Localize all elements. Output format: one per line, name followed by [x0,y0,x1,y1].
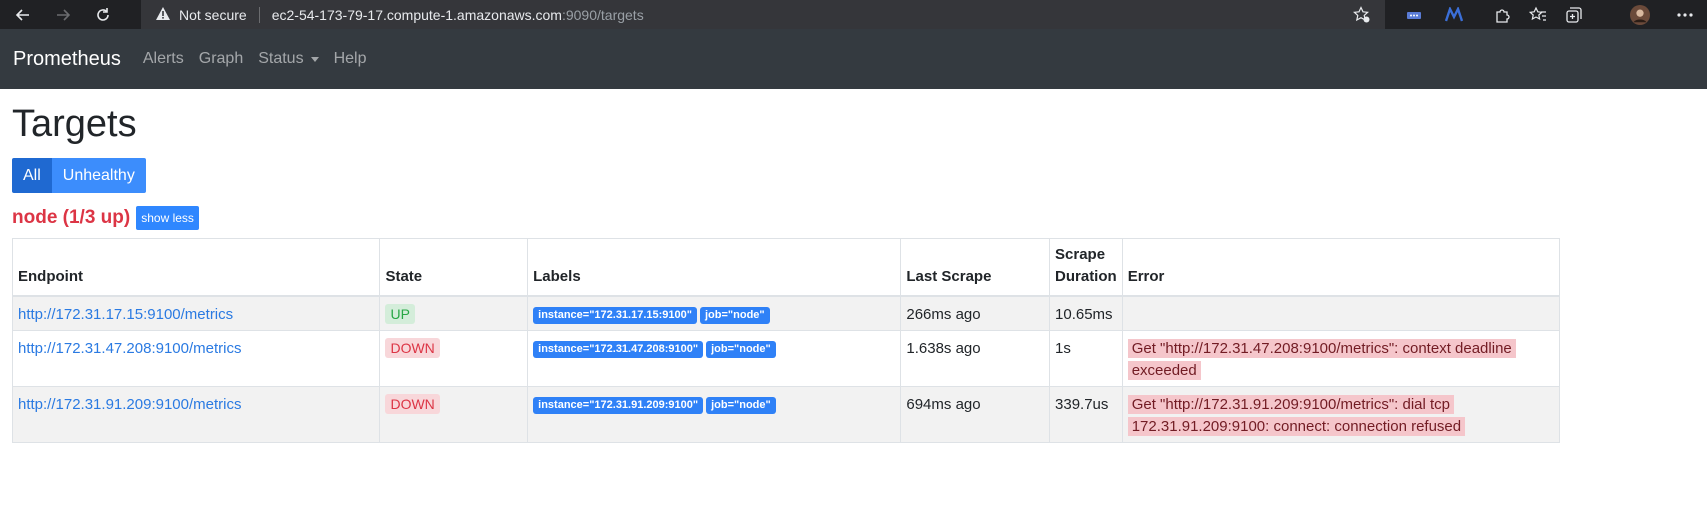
error-cell [1121,295,1561,331]
duration-cell: 339.7us [1049,386,1123,443]
endpoint-link[interactable]: http://172.31.91.209:9100/metrics [18,396,241,413]
error-cell: Get "http://172.31.91.209:9100/metrics":… [1121,386,1561,443]
more-menu-icon[interactable] [1675,5,1695,25]
state-badge: UP [385,304,415,324]
duration-cell: 1s [1049,330,1123,387]
label-badge-job: job="node" [706,340,776,358]
filter-button-group: All Unhealthy [12,158,146,193]
filter-unhealthy-button[interactable]: Unhealthy [51,158,146,193]
labels-cell: instance="172.31.47.208:9100" job="node" [527,330,902,387]
endpoint-cell: http://172.31.47.208:9100/metrics [11,330,381,387]
state-badge: DOWN [385,338,440,358]
favorite-icon[interactable] [1353,6,1371,27]
header-error: Error [1121,238,1561,297]
profile-avatar-icon[interactable] [1630,5,1650,25]
header-scrape-duration: Scrape Duration [1049,238,1123,297]
duration-cell: 10.65ms [1049,295,1123,331]
brand-logo[interactable]: Prometheus [13,48,121,71]
filter-all-button[interactable]: All [12,158,52,193]
reload-icon[interactable] [92,4,114,26]
header-endpoint: Endpoint [11,238,381,297]
table-header-row: Endpoint State Labels Last Scrape Scrape… [11,238,1561,297]
labels-cell: instance="172.31.17.15:9100" job="node" [527,295,902,331]
main-content: Targets All Unhealthy node (1/3 up) show… [0,103,1707,443]
endpoint-cell: http://172.31.17.15:9100/metrics [11,295,381,331]
warning-icon[interactable] [155,6,171,24]
targets-table: Endpoint State Labels Last Scrape Scrape… [11,238,1561,443]
table-row: http://172.31.47.208:9100/metrics DOWN i… [11,330,1561,387]
job-title[interactable]: node (1/3 up) [12,207,130,229]
browser-toolbar: Not secure ec2-54-173-79-17.compute-1.am… [0,0,1707,29]
label-badge-instance: instance="172.31.17.15:9100" [533,306,697,324]
header-labels: Labels [527,238,902,297]
state-cell: UP [379,295,529,331]
url-path: :9090/targets [561,6,644,23]
nav-status-label: Status [258,50,304,67]
last-scrape-cell: 266ms ago [900,295,1051,331]
endpoint-link[interactable]: http://172.31.47.208:9100/metrics [18,340,241,357]
extension-icon[interactable] [1404,5,1424,25]
table-row: http://172.31.91.209:9100/metrics DOWN i… [11,386,1561,443]
nav-help[interactable]: Help [334,50,367,68]
label-badge-job: job="node" [706,396,776,414]
extension-m-icon[interactable] [1444,5,1464,25]
divider [258,6,260,23]
security-label[interactable]: Not secure [179,7,247,23]
last-scrape-cell: 1.638s ago [900,330,1051,387]
label-badge-instance: instance="172.31.91.209:9100" [533,396,704,414]
nav-graph[interactable]: Graph [199,50,243,68]
header-scrape-duration-line2: Duration [1055,268,1117,285]
back-icon[interactable] [12,4,34,26]
endpoint-link[interactable]: http://172.31.17.15:9100/metrics [18,306,233,323]
error-message: Get "http://172.31.47.208:9100/metrics":… [1127,339,1516,380]
collections-icon[interactable] [1564,5,1584,25]
labels-cell: instance="172.31.91.209:9100" job="node" [527,386,902,443]
page-title: Targets [12,103,137,145]
last-scrape-cell: 694ms ago [900,386,1051,443]
header-last-scrape: Last Scrape [900,238,1051,297]
url-host: ec2-54-173-79-17.compute-1.amazonaws.com [271,6,562,23]
nav-alerts[interactable]: Alerts [143,50,184,68]
favorites-icon[interactable] [1528,5,1548,25]
endpoint-cell: http://172.31.91.209:9100/metrics [11,386,381,443]
forward-icon[interactable] [52,4,74,26]
address-bar[interactable]: Not secure ec2-54-173-79-17.compute-1.am… [141,0,1385,29]
error-message: Get "http://172.31.91.209:9100/metrics":… [1127,395,1466,436]
label-badge-job: job="node" [700,306,770,324]
header-state: State [379,238,529,297]
state-badge: DOWN [385,394,440,414]
navbar: Prometheus Alerts Graph Status Help [0,29,1707,89]
label-badge-instance: instance="172.31.47.208:9100" [533,340,704,358]
table-row: http://172.31.17.15:9100/metrics UP inst… [11,295,1561,331]
error-cell: Get "http://172.31.47.208:9100/metrics":… [1121,330,1561,387]
state-cell: DOWN [379,330,529,387]
nav-status[interactable]: Status [258,50,319,68]
header-scrape-duration-line1: Scrape [1055,246,1106,263]
puzzle-icon[interactable] [1493,5,1513,25]
show-less-button[interactable]: show less [136,206,199,230]
state-cell: DOWN [379,386,529,443]
chevron-down-icon [310,56,319,62]
job-header: node (1/3 up) show less [12,206,1695,230]
